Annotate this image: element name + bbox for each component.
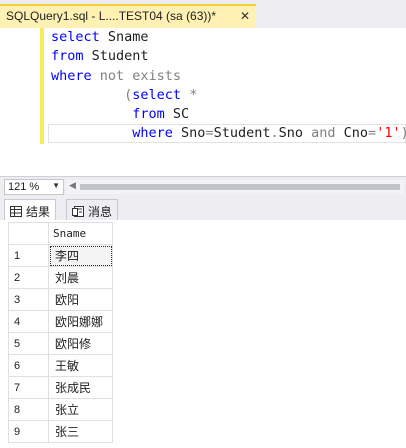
results-pane: Sname 1 李四 2 刘晨 3 欧阳 4 欧阳娜娜 5 欧阳修 6 王敏 7 张成民 8 张立 9 张三 bbox=[0, 220, 406, 448]
zoom-dropdown[interactable]: 121 % ▼ bbox=[4, 179, 64, 195]
code-token: SC bbox=[164, 106, 190, 123]
row-number[interactable]: 8 bbox=[8, 398, 49, 421]
document-tab-title: SQLQuery1.sql - L....TEST04 (sa (63))* bbox=[6, 9, 217, 23]
results-grid: Sname 1 李四 2 刘晨 3 欧阳 4 欧阳娜娜 5 欧阳修 6 王敏 7 张成民 8 张立 9 张三 bbox=[8, 222, 113, 443]
scrollbar-thumb[interactable] bbox=[80, 184, 400, 190]
row-number[interactable]: 1 bbox=[8, 244, 49, 267]
code-line[interactable]: where not exists bbox=[51, 67, 406, 86]
tab-messages[interactable]: 消息 bbox=[66, 199, 119, 220]
table-row[interactable]: 5 欧阳修 bbox=[8, 332, 113, 355]
code-line[interactable]: where Sno=Student.Sno and Cno='1'); bbox=[51, 124, 406, 143]
table-row[interactable]: 4 欧阳娜娜 bbox=[8, 310, 113, 333]
zoom-value: 121 % bbox=[8, 181, 40, 193]
document-tab-strip: SQLQuery1.sql - L....TEST04 (sa (63))* ✕ bbox=[0, 0, 406, 28]
tab-messages-label: 消息 bbox=[88, 205, 113, 219]
cell-sname[interactable]: 王敏 bbox=[48, 354, 113, 377]
row-number[interactable]: 5 bbox=[8, 332, 49, 355]
row-number[interactable]: 4 bbox=[8, 310, 49, 333]
code-token: Cno bbox=[343, 125, 369, 142]
code-token: . bbox=[270, 125, 279, 142]
table-row[interactable]: 9 张三 bbox=[8, 420, 113, 443]
row-number[interactable]: 3 bbox=[8, 288, 49, 311]
chevron-down-icon: ▼ bbox=[52, 181, 60, 190]
row-number[interactable]: 2 bbox=[8, 266, 49, 289]
cell-sname[interactable]: 张成民 bbox=[48, 376, 113, 399]
horizontal-scrollbar[interactable]: ◀ bbox=[66, 180, 404, 194]
grid-header-row: Sname bbox=[8, 222, 113, 245]
code-line[interactable]: from SC bbox=[51, 105, 406, 124]
close-icon[interactable]: ✕ bbox=[240, 9, 250, 23]
code-token: from bbox=[132, 106, 165, 123]
table-row[interactable]: 6 王敏 bbox=[8, 354, 113, 377]
row-number[interactable]: 6 bbox=[8, 354, 49, 377]
code-token: not exists bbox=[91, 67, 182, 84]
editor-status-bar: 121 % ▼ ◀ bbox=[0, 176, 406, 196]
cell-sname[interactable]: 欧阳 bbox=[48, 288, 113, 311]
row-number[interactable]: 7 bbox=[8, 376, 49, 399]
code-token: where bbox=[132, 125, 173, 142]
sql-editor[interactable]: select Sname from Student where not exists… bbox=[0, 28, 406, 176]
code-token: '1' bbox=[376, 125, 401, 142]
table-row[interactable]: 3 欧阳 bbox=[8, 288, 113, 311]
code-token: = bbox=[205, 125, 214, 142]
code-token: = bbox=[368, 125, 377, 142]
table-row[interactable]: 2 刘晨 bbox=[8, 266, 113, 289]
tab-results[interactable]: 结果 bbox=[4, 199, 57, 220]
cell-sname[interactable]: 张立 bbox=[48, 398, 113, 421]
code-token: Sno bbox=[278, 125, 304, 142]
code-line[interactable]: (select * bbox=[51, 86, 406, 105]
code-line[interactable]: select Sname bbox=[51, 28, 406, 47]
scroll-left-icon[interactable]: ◀ bbox=[69, 181, 76, 191]
code-token: Student bbox=[213, 125, 271, 142]
cell-sname[interactable]: 张三 bbox=[48, 420, 113, 443]
table-row[interactable]: 8 张立 bbox=[8, 398, 113, 421]
grid-icon bbox=[10, 206, 22, 217]
code-token: select bbox=[132, 86, 182, 103]
code-token: Sname bbox=[99, 29, 149, 45]
tab-results-label: 结果 bbox=[26, 205, 51, 219]
message-icon bbox=[72, 206, 84, 217]
table-row[interactable]: 7 张成民 bbox=[8, 376, 113, 399]
cell-sname[interactable]: 欧阳娜娜 bbox=[48, 310, 113, 333]
code-line[interactable]: from Student bbox=[51, 47, 406, 66]
document-tab[interactable]: SQLQuery1.sql - L....TEST04 (sa (63))* ✕ bbox=[0, 4, 256, 28]
code-area[interactable]: select Sname from Student where not exists… bbox=[51, 28, 406, 144]
code-token: Sno bbox=[172, 125, 206, 142]
cell-sname[interactable]: 欧阳修 bbox=[48, 332, 113, 355]
table-row[interactable]: 1 李四 bbox=[8, 244, 113, 267]
editor-gutter bbox=[0, 28, 40, 176]
change-tracking-bar bbox=[40, 28, 44, 144]
row-number[interactable]: 9 bbox=[8, 420, 49, 443]
code-token: and bbox=[303, 125, 344, 142]
code-token: from bbox=[51, 48, 84, 65]
code-token: select bbox=[51, 29, 100, 45]
cell-sname[interactable]: 李四 bbox=[48, 244, 113, 267]
code-token: ); bbox=[401, 125, 406, 141]
grid-corner[interactable] bbox=[8, 222, 49, 245]
code-token: Student bbox=[83, 48, 149, 65]
column-header-sname[interactable]: Sname bbox=[48, 222, 113, 245]
result-tabs: 结果 消息 bbox=[0, 196, 406, 220]
code-token: * bbox=[181, 86, 198, 103]
cell-sname[interactable]: 刘晨 bbox=[48, 266, 113, 289]
code-token: where bbox=[51, 67, 92, 84]
